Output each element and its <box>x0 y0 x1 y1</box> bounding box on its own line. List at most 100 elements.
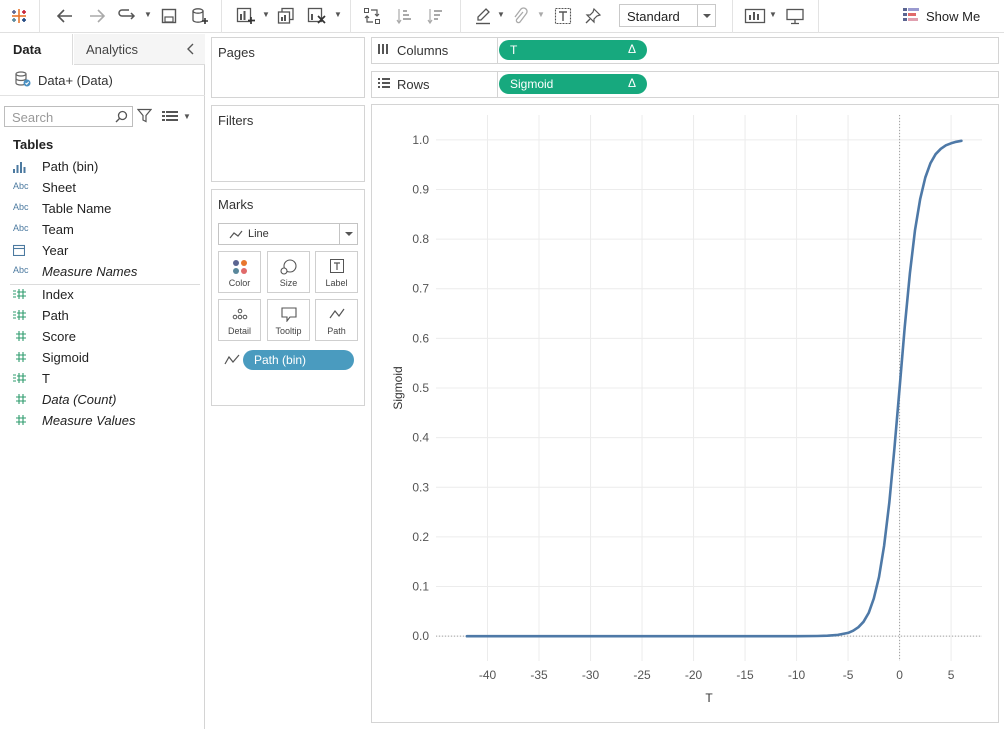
highlight-dropdown-icon[interactable]: ▼ <box>497 10 505 19</box>
attach-dropdown-icon[interactable]: ▼ <box>537 10 545 19</box>
field-label: Team <box>42 222 74 237</box>
field-path-bin[interactable]: Path (bin) <box>0 157 205 178</box>
field-label: Score <box>42 329 76 344</box>
detail-button[interactable]: Detail <box>218 299 261 341</box>
chevron-down-icon[interactable] <box>339 224 357 244</box>
mark-type-select[interactable]: Line <box>218 223 358 245</box>
filter-icon[interactable] <box>136 108 153 126</box>
t-pill[interactable]: T Δ <box>499 40 647 60</box>
color-button[interactable]: Color <box>218 251 261 293</box>
tab-analytics-label: Analytics <box>86 41 139 57</box>
sort-desc-icon[interactable] <box>425 4 447 28</box>
filters-title: Filters <box>218 113 254 128</box>
field-team[interactable]: Abc Team <box>0 220 205 241</box>
new-worksheet-dropdown-icon[interactable]: ▼ <box>262 10 270 19</box>
delta-icon: Δ <box>627 42 636 56</box>
attach-icon[interactable] <box>509 4 531 28</box>
field-label: Data (Count) <box>42 392 117 407</box>
x-tick-label: -40 <box>479 668 497 682</box>
redo-icon[interactable] <box>116 4 138 28</box>
text-icon[interactable] <box>552 4 574 28</box>
x-tick-label: -10 <box>788 668 806 682</box>
search-placeholder: Search <box>12 110 54 125</box>
chart-view[interactable]: 0.0 0.1 0.2 0.3 0.4 0.5 0.6 0.7 0.8 0.9 1.0 -40 -35 -… <box>371 104 999 723</box>
x-tick-label: 0 <box>896 668 903 682</box>
columns-shelf[interactable]: Columns <box>371 37 999 64</box>
save-icon[interactable] <box>158 4 180 28</box>
pill-label: T <box>510 43 518 57</box>
tooltip-button[interactable]: Tooltip <box>267 299 310 341</box>
y-tick-label: 0.6 <box>412 331 429 345</box>
field-t[interactable]: T <box>0 369 205 390</box>
show-me-button[interactable]: Show Me <box>903 4 980 28</box>
toolbar-divider <box>221 0 222 33</box>
clear-dropdown-icon[interactable]: ▼ <box>334 10 342 19</box>
tableau-logo-icon[interactable] <box>8 4 30 28</box>
tab-data[interactable]: Data <box>0 34 73 65</box>
pages-card[interactable]: Pages <box>211 37 365 98</box>
field-sheet[interactable]: Abc Sheet <box>0 178 205 199</box>
rows-shelf[interactable]: Rows <box>371 71 999 98</box>
toolbar-divider <box>350 0 351 33</box>
field-sigmoid[interactable]: Sigmoid <box>0 348 205 369</box>
field-measure-values[interactable]: Measure Values <box>0 411 205 432</box>
filters-card[interactable]: Filters <box>211 105 365 182</box>
new-datasource-icon[interactable] <box>189 4 211 28</box>
measure-icon <box>13 309 33 323</box>
field-data-count[interactable]: Data (Count) <box>0 390 205 411</box>
y-tick-label: 0.2 <box>412 530 429 544</box>
chevron-down-icon[interactable] <box>697 5 715 26</box>
field-path[interactable]: Path <box>0 306 205 327</box>
forward-icon[interactable] <box>86 4 108 28</box>
color-label: Color <box>228 278 251 288</box>
field-label: Table Name <box>42 201 112 216</box>
path-button[interactable]: Path <box>315 299 358 341</box>
list-view-icon[interactable] <box>162 110 178 125</box>
presentation-icon[interactable] <box>784 4 806 28</box>
duplicate-icon[interactable] <box>275 4 297 28</box>
line-mark-icon <box>229 229 243 243</box>
field-label: Measure Values <box>42 413 136 428</box>
collapse-pane-icon[interactable] <box>185 42 197 59</box>
clear-icon[interactable] <box>306 4 328 28</box>
datasource-icon <box>14 70 32 91</box>
redo-dropdown-icon[interactable]: ▼ <box>144 10 152 19</box>
field-label: T <box>42 371 50 386</box>
toolbar-divider <box>460 0 461 33</box>
field-year[interactable]: Year <box>0 241 205 262</box>
marks-title: Marks <box>218 197 254 212</box>
mark-size-select[interactable]: Standard <box>619 4 716 27</box>
field-label: Measure Names <box>42 264 138 279</box>
view-dropdown-icon[interactable]: ▼ <box>183 112 191 121</box>
highlight-icon[interactable] <box>472 4 494 28</box>
line-chart: 0.0 0.1 0.2 0.3 0.4 0.5 0.6 0.7 0.8 0.9 1.0 -40 -35 -… <box>391 115 982 705</box>
x-tick-label: -5 <box>843 668 854 682</box>
columns-icon <box>378 43 390 58</box>
label-button[interactable]: Label <box>315 251 358 293</box>
datasource-item[interactable]: Data+ (Data) <box>14 70 113 91</box>
x-tick-label: -30 <box>582 668 600 682</box>
size-button[interactable]: Size <box>267 251 310 293</box>
measure-icon <box>13 288 33 302</box>
sort-asc-icon[interactable] <box>394 4 416 28</box>
path-bin-pill[interactable]: Path (bin) <box>243 350 354 370</box>
new-worksheet-icon[interactable] <box>234 4 258 28</box>
field-index[interactable]: Index <box>0 285 205 306</box>
pill-label: Path (bin) <box>254 353 307 367</box>
field-table-name[interactable]: Abc Table Name <box>0 199 205 220</box>
chart-icon[interactable] <box>743 4 767 28</box>
field-label: Sheet <box>42 180 76 195</box>
path-icon <box>316 307 357 321</box>
back-icon[interactable] <box>54 4 76 28</box>
columns-label: Columns <box>397 43 449 58</box>
x-tick-label: -15 <box>736 668 754 682</box>
pin-icon[interactable] <box>582 4 604 28</box>
search-input[interactable]: Search <box>4 106 133 127</box>
sigmoid-pill[interactable]: Sigmoid Δ <box>499 74 647 94</box>
divider <box>0 95 205 96</box>
search-icon[interactable] <box>115 110 128 126</box>
swap-icon[interactable] <box>361 4 383 28</box>
chart-dropdown-icon[interactable]: ▼ <box>769 10 777 19</box>
field-score[interactable]: Score <box>0 327 205 348</box>
field-measure-names[interactable]: Abc Measure Names <box>0 262 205 283</box>
